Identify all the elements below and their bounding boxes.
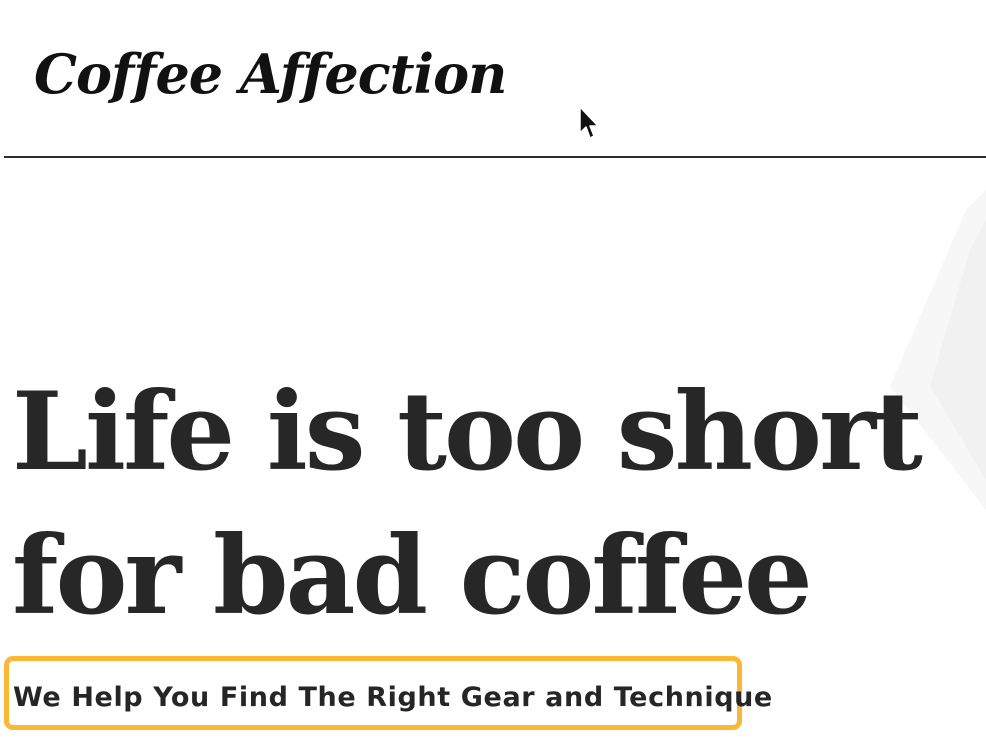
logo-wordmark: Coffee Affection <box>34 42 507 106</box>
hero-headline-line-2: for bad coffee <box>12 513 813 639</box>
header-divider <box>4 156 986 158</box>
hero-headline-line-1: Life is too short <box>12 369 923 495</box>
site-header: Coffee Affection <box>0 0 986 157</box>
hero-headline: Life is too short for bad coffee <box>12 360 923 648</box>
mouse-cursor-icon <box>579 106 599 139</box>
site-logo-link[interactable]: Coffee Affection <box>30 14 507 126</box>
hero-tagline: We Help You Find The Right Gear and Tech… <box>13 682 773 713</box>
